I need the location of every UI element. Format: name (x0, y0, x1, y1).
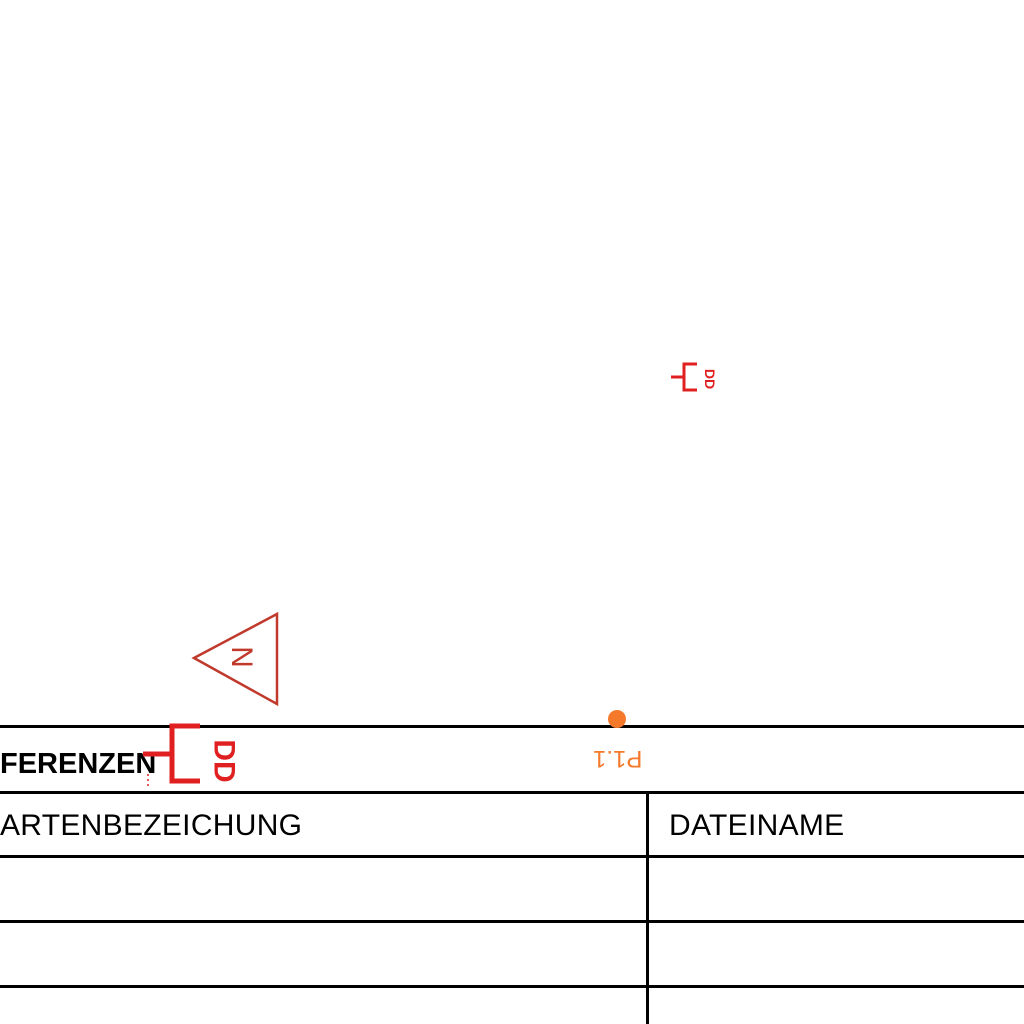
marker-point-icon (608, 710, 626, 728)
symbol-layer (143, 362, 697, 786)
bracket-symbol-small-icon (671, 362, 697, 392)
bracket-symbol-large-icon (143, 723, 200, 784)
bracket-small-label: DD (702, 368, 719, 390)
marker-label: P1.1 (593, 745, 643, 772)
triangle-letter: N (224, 646, 258, 668)
bracket-large-label: DD (207, 739, 241, 783)
drawing-canvas: FERENZEN ARTENBEZEICHUNG DATEINAME N DD … (0, 0, 1024, 1024)
